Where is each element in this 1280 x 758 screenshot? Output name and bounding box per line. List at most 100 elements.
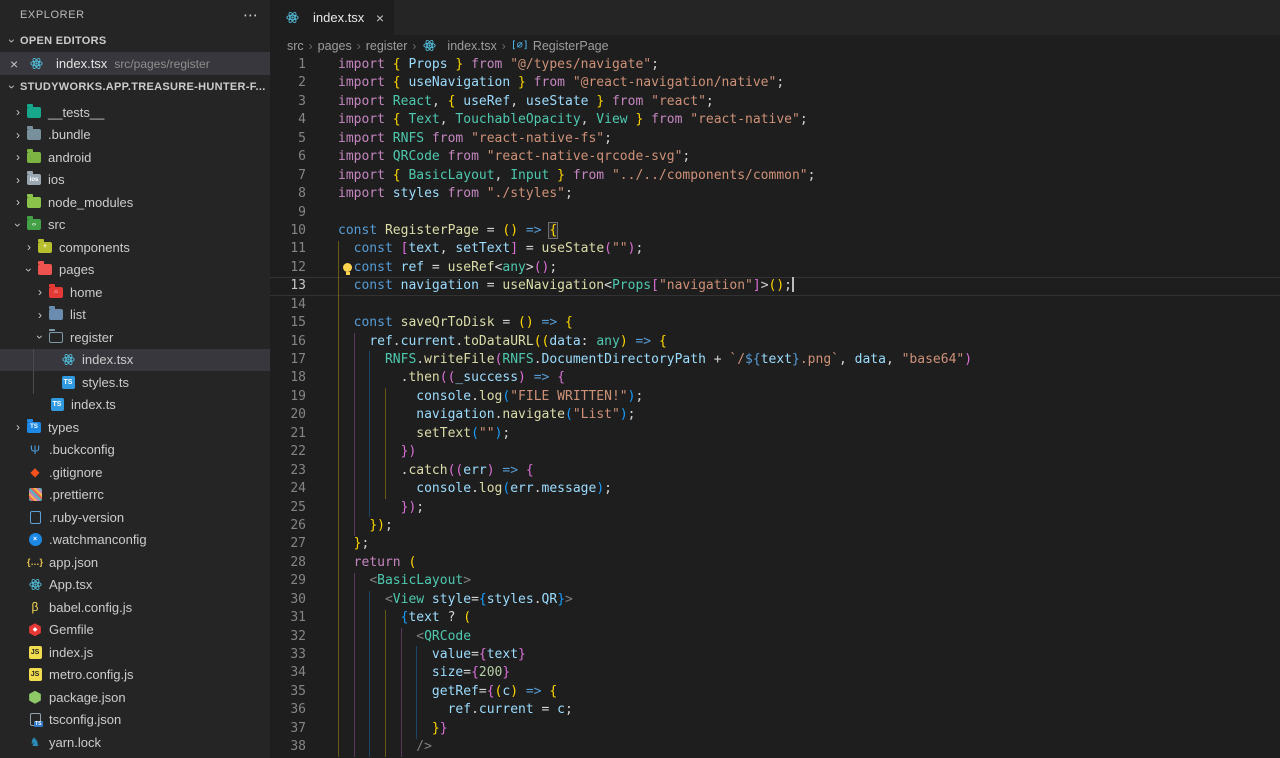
line-number[interactable]: 16: [270, 333, 306, 351]
tree-item-babel-config-js[interactable]: β babel.config.js: [0, 596, 270, 619]
tree-item-src[interactable]: › ‹› src: [0, 214, 270, 237]
tree-item-index-tsx[interactable]: index.tsx: [0, 348, 270, 371]
code-line[interactable]: 2 import { useNavigation } from "@react-n…: [270, 74, 1280, 92]
code-line[interactable]: 24 console.log(err.message);: [270, 480, 1280, 498]
line-number[interactable]: 15: [270, 314, 306, 332]
line-number[interactable]: 6: [270, 148, 306, 166]
line-number[interactable]: 4: [270, 111, 306, 129]
code-line[interactable]: 19 console.log("FILE WRITTEN!");: [270, 388, 1280, 406]
project-section-header[interactable]: › STUDYWORKS.APP.TREASURE-HUNTER-F...: [0, 75, 270, 98]
tree-item-pages[interactable]: › pages: [0, 259, 270, 282]
breadcrumb-item-index-tsx[interactable]: index.tsx: [421, 38, 497, 54]
code-line[interactable]: 6 import QRCode from "react-native-qrcode…: [270, 148, 1280, 166]
line-number[interactable]: 7: [270, 167, 306, 185]
open-editor-item[interactable]: × index.tsx src/pages/register: [0, 52, 270, 75]
line-number[interactable]: 23: [270, 462, 306, 480]
line-number[interactable]: 1: [270, 56, 306, 74]
line-number[interactable]: 18: [270, 369, 306, 387]
code-line[interactable]: 16 ref.current.toDataURL((data: any) => …: [270, 333, 1280, 351]
tree-item-metro-config-js[interactable]: JS metro.config.js: [0, 664, 270, 687]
code-line[interactable]: 18 .then((_success) => {: [270, 369, 1280, 387]
breadcrumb-item-pages[interactable]: pages: [318, 39, 352, 53]
line-number[interactable]: 20: [270, 406, 306, 424]
code-line[interactable]: 32 <QRCode: [270, 628, 1280, 646]
tree-item-index-js[interactable]: JS index.js: [0, 641, 270, 664]
tree-item-index-ts[interactable]: TS index.ts: [0, 394, 270, 417]
code-line[interactable]: 17 RNFS.writeFile(RNFS.DocumentDirectory…: [270, 351, 1280, 369]
lightbulb-icon[interactable]: [343, 262, 352, 275]
code-line[interactable]: 38 />: [270, 738, 1280, 756]
code-line[interactable]: 34 size={200}: [270, 664, 1280, 682]
line-number[interactable]: 32: [270, 628, 306, 646]
code-line[interactable]: 35 getRef={(c) => {: [270, 683, 1280, 701]
line-number[interactable]: 35: [270, 683, 306, 701]
code-line[interactable]: 3 import React, { useRef, useState } from…: [270, 93, 1280, 111]
line-number[interactable]: 8: [270, 185, 306, 203]
line-number[interactable]: 34: [270, 664, 306, 682]
tree-item-types[interactable]: › TS types: [0, 416, 270, 439]
code-line[interactable]: 23 .catch((err) => {: [270, 462, 1280, 480]
tree-item-register[interactable]: › register: [0, 326, 270, 349]
line-number[interactable]: 12: [270, 259, 306, 277]
tree-item-yarn-lock[interactable]: ♞ yarn.lock: [0, 731, 270, 754]
tree-item-components[interactable]: › + components: [0, 236, 270, 259]
line-number[interactable]: 29: [270, 572, 306, 590]
close-icon[interactable]: ×: [376, 10, 384, 26]
code-line[interactable]: 33 value={text}: [270, 646, 1280, 664]
tree-item--buckconfig[interactable]: Ψ .buckconfig: [0, 439, 270, 462]
line-number[interactable]: 13: [270, 277, 306, 295]
code-line[interactable]: 10 const RegisterPage = () => {: [270, 221, 1280, 240]
tree-item-home[interactable]: › ⌂ home: [0, 281, 270, 304]
code-line[interactable]: 15 const saveQrToDisk = () => {: [270, 314, 1280, 332]
close-icon[interactable]: ×: [10, 56, 28, 72]
code-line[interactable]: 14: [270, 296, 1280, 314]
breadcrumb-item-registerpage[interactable]: [∅] RegisterPage: [511, 39, 609, 53]
breadcrumb-item-src[interactable]: src: [287, 39, 304, 53]
code-line[interactable]: 13 const navigation = useNavigation<Prop…: [270, 277, 1280, 295]
line-number[interactable]: 24: [270, 480, 306, 498]
code-line[interactable]: 5 import RNFS from "react-native-fs";: [270, 130, 1280, 148]
tree-item-list[interactable]: › list: [0, 304, 270, 327]
line-number[interactable]: 21: [270, 425, 306, 443]
line-number[interactable]: 10: [270, 222, 306, 240]
tree-item--watchmanconfig[interactable]: × .watchmanconfig: [0, 529, 270, 552]
line-number[interactable]: 19: [270, 388, 306, 406]
line-number[interactable]: 30: [270, 591, 306, 609]
tree-item-node-modules[interactable]: › node_modules: [0, 191, 270, 214]
tree-item-ios[interactable]: › ios ios: [0, 169, 270, 192]
tree-item-app-json[interactable]: {…} app.json: [0, 551, 270, 574]
code-line[interactable]: 7 import { BasicLayout, Input } from "../…: [270, 167, 1280, 185]
tree-item--bundle[interactable]: › .bundle: [0, 124, 270, 147]
code-line[interactable]: 31 {text ? (: [270, 609, 1280, 627]
code-line[interactable]: 21 setText("");: [270, 425, 1280, 443]
line-number[interactable]: 26: [270, 517, 306, 535]
line-number[interactable]: 22: [270, 443, 306, 461]
tree-item--tests-[interactable]: › __tests__: [0, 101, 270, 124]
code-line[interactable]: 1 import { Props } from "@/types/navigate…: [270, 56, 1280, 74]
tree-item-tsconfig-json[interactable]: TS tsconfig.json: [0, 709, 270, 732]
tree-item--prettierrc[interactable]: .prettierrc: [0, 484, 270, 507]
code-line[interactable]: 26 });: [270, 517, 1280, 535]
code-line[interactable]: 12 const ref = useRef<any>();: [270, 259, 1280, 277]
line-number[interactable]: 33: [270, 646, 306, 664]
line-number[interactable]: 36: [270, 701, 306, 719]
tree-item--ruby-version[interactable]: .ruby-version: [0, 506, 270, 529]
code-line[interactable]: 25 });: [270, 499, 1280, 517]
line-number[interactable]: 11: [270, 240, 306, 258]
tree-item-styles-ts[interactable]: TS styles.ts: [0, 371, 270, 394]
code-line[interactable]: 4 import { Text, TouchableOpacity, View }…: [270, 111, 1280, 129]
tree-item-gemfile[interactable]: ◆ Gemfile: [0, 619, 270, 642]
code-line[interactable]: 8 import styles from "./styles";: [270, 185, 1280, 203]
code-line[interactable]: 27 };: [270, 535, 1280, 553]
tree-item-app-tsx[interactable]: App.tsx: [0, 574, 270, 597]
tab-index-tsx[interactable]: index.tsx ×: [270, 0, 394, 35]
code-line[interactable]: 30 <View style={styles.QR}>: [270, 591, 1280, 609]
code-line[interactable]: 28 return (: [270, 554, 1280, 572]
code-line[interactable]: 36 ref.current = c;: [270, 701, 1280, 719]
code-line[interactable]: 22 }): [270, 443, 1280, 461]
open-editors-header[interactable]: › OPEN EDITORS: [0, 30, 270, 52]
line-number[interactable]: 14: [270, 296, 306, 314]
tree-item-package-json[interactable]: package.json: [0, 686, 270, 709]
code-line[interactable]: 11 const [text, setText] = useState("");: [270, 240, 1280, 258]
line-number[interactable]: 37: [270, 720, 306, 738]
